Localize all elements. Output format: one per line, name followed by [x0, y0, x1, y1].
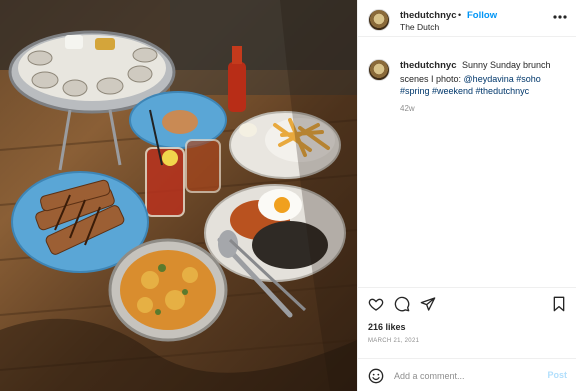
caption-text: thedutchnyc Sunny Sunday brunch scenes I… — [400, 59, 570, 98]
avatar[interactable] — [368, 9, 390, 31]
share-icon[interactable] — [420, 296, 436, 312]
separator-dot: • — [458, 10, 462, 20]
time-ago[interactable]: 42w — [400, 104, 415, 113]
more-options-icon[interactable] — [553, 10, 567, 20]
post-details-panel: thedutchnyc • Follow The Dutch thedutchn… — [357, 0, 576, 391]
comment-input[interactable] — [394, 367, 534, 384]
post-comment-button[interactable]: Post — [547, 370, 567, 380]
bookmark-icon[interactable] — [551, 296, 567, 312]
caption-username[interactable]: thedutchnyc — [400, 60, 456, 71]
brunch-table-image — [0, 0, 357, 391]
location-link[interactable]: The Dutch — [400, 22, 439, 32]
emoji-icon[interactable] — [368, 368, 384, 384]
comment-bar: Post — [358, 358, 576, 391]
post-header: thedutchnyc • Follow The Dutch — [358, 0, 576, 37]
username[interactable]: thedutchnyc — [400, 10, 456, 21]
caption-avatar[interactable] — [368, 59, 390, 81]
post-photo[interactable] — [0, 0, 357, 391]
comment-icon[interactable] — [394, 296, 410, 312]
follow-button[interactable]: Follow — [467, 10, 497, 21]
post-date: MARCH 21, 2021 — [368, 338, 420, 344]
likes-count[interactable]: 216 likes — [368, 322, 406, 332]
action-bar — [358, 287, 576, 317]
caption-mention[interactable]: @heydavina — [464, 74, 514, 84]
heart-icon[interactable] — [368, 296, 384, 312]
